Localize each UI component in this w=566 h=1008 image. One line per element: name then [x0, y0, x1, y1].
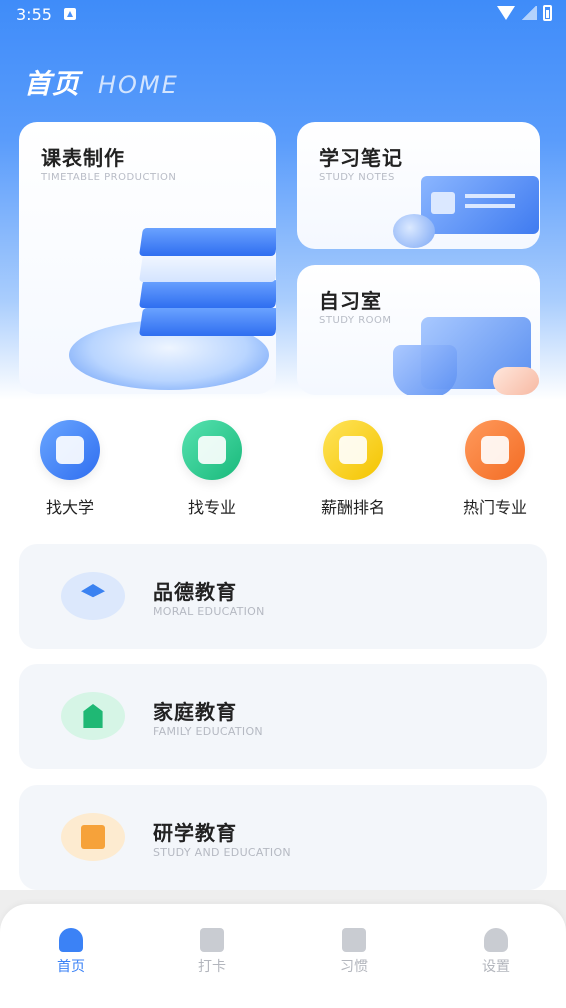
- card-subtitle: TIMETABLE PRODUCTION: [41, 172, 177, 183]
- graduate-icon: [61, 572, 125, 620]
- card-title: 课表制作: [41, 146, 125, 170]
- quick-link-label: 热门专业: [462, 498, 527, 517]
- timetable-card[interactable]: 课表制作 TIMETABLE PRODUCTION: [19, 122, 276, 394]
- quick-link-find-major[interactable]: 找专业: [152, 420, 272, 518]
- moral-education-item[interactable]: 品德教育 MORAL EDUCATION: [19, 544, 547, 649]
- quick-link-label: 薪酬排名: [320, 498, 385, 517]
- nav-checkin[interactable]: 打卡: [172, 928, 252, 976]
- study-room-card[interactable]: 自习室 STUDY ROOM: [297, 265, 540, 395]
- battery-icon: [543, 5, 552, 21]
- university-icon: [40, 420, 100, 480]
- quick-link-salary-rank[interactable]: 薪酬排名: [293, 420, 413, 518]
- card-title: 学习笔记: [319, 146, 403, 170]
- nav-settings[interactable]: 设置: [456, 928, 536, 976]
- wifi-icon: [497, 6, 515, 20]
- timetable-illustration: [69, 212, 276, 392]
- book-icon: [61, 813, 125, 861]
- nav-habit[interactable]: 习惯: [314, 928, 394, 976]
- cellular-signal-icon: [521, 6, 537, 20]
- nav-label: 首页: [57, 959, 85, 975]
- notes-illustration: [393, 170, 539, 249]
- nav-label: 打卡: [198, 959, 226, 975]
- edu-title: 品德教育: [153, 580, 237, 604]
- salary-rank-icon: [323, 420, 383, 480]
- card-title: 自习室: [319, 289, 382, 313]
- shield-icon: [393, 345, 457, 395]
- settings-user-icon: [484, 928, 508, 952]
- habit-icon: [342, 928, 366, 952]
- page-title-en: HOME: [98, 71, 179, 99]
- page-title: 首页 HOME: [24, 62, 179, 101]
- notification-icon: [64, 8, 76, 20]
- nav-home[interactable]: 首页: [31, 928, 111, 976]
- page-title-cn: 首页: [24, 69, 80, 100]
- house-icon: [61, 692, 125, 740]
- hot-major-icon: [465, 420, 525, 480]
- bottom-nav: 首页 打卡 习惯 设置: [0, 904, 566, 1008]
- study-education-item[interactable]: 研学教育 STUDY AND EDUCATION: [19, 785, 547, 890]
- nav-label: 习惯: [340, 959, 368, 975]
- nav-label: 设置: [482, 959, 510, 975]
- status-time: 3:55: [16, 5, 52, 24]
- card-subtitle: STUDY NOTES: [319, 172, 395, 183]
- quick-link-hot-major[interactable]: 热门专业: [435, 420, 555, 518]
- checkin-icon: [200, 928, 224, 952]
- study-room-illustration: [393, 315, 539, 395]
- edu-subtitle: MORAL EDUCATION: [153, 605, 265, 618]
- status-bar: 3:55: [0, 0, 566, 30]
- edu-title: 家庭教育: [153, 700, 237, 724]
- card-subtitle: STUDY ROOM: [319, 315, 392, 326]
- edu-subtitle: STUDY AND EDUCATION: [153, 846, 291, 859]
- family-education-item[interactable]: 家庭教育 FAMILY EDUCATION: [19, 664, 547, 769]
- major-icon: [182, 420, 242, 480]
- edu-subtitle: FAMILY EDUCATION: [153, 725, 263, 738]
- quick-link-label: 找大学: [45, 498, 94, 517]
- quick-link-find-university[interactable]: 找大学: [10, 420, 130, 518]
- edu-title: 研学教育: [153, 821, 237, 845]
- study-notes-card[interactable]: 学习笔记 STUDY NOTES: [297, 122, 540, 249]
- quick-link-label: 找专业: [187, 498, 236, 517]
- status-icons: [497, 5, 552, 21]
- home-icon: [59, 928, 83, 952]
